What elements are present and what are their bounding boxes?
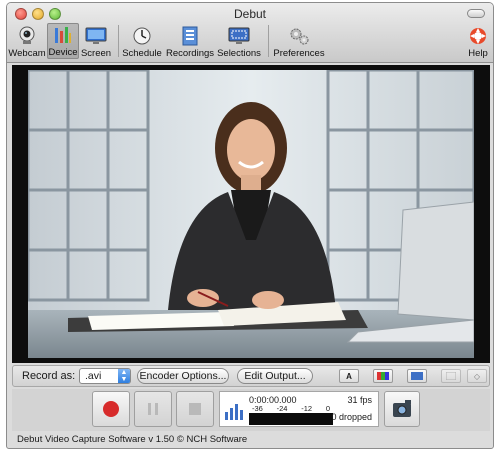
record-icon <box>103 401 119 417</box>
toolbar-separator <box>268 25 269 57</box>
scale-label: -12 <box>301 404 313 413</box>
schedule-button[interactable]: Schedule <box>120 23 164 59</box>
select-arrows-icon: ▲ ▼ <box>118 369 130 383</box>
text-caption-icon: A <box>346 371 352 381</box>
snapshot-icon <box>393 400 411 417</box>
output-format-select[interactable]: .avi ▲ ▼ <box>79 368 131 384</box>
help-label: Help <box>468 48 488 59</box>
color-adjust-button[interactable] <box>373 369 393 383</box>
scale-label: -24 <box>276 404 288 413</box>
record-button[interactable] <box>92 391 130 427</box>
dropped-frames-readout: 0 dropped <box>331 412 372 422</box>
toolbar-separator <box>118 25 119 57</box>
screen-button[interactable]: Screen <box>79 23 113 59</box>
selections-label: Selections <box>217 48 261 59</box>
fps-readout: 31 fps <box>347 395 372 405</box>
scale-label: 0 <box>325 404 330 413</box>
edit-output-button[interactable]: Edit Output... <box>237 368 313 384</box>
screen-label: Screen <box>80 48 112 59</box>
webcam-preview-image <box>28 70 474 358</box>
overlay-button[interactable]: ◇ <box>467 369 487 383</box>
level-meter-icon <box>225 404 243 420</box>
gear-icon <box>287 26 311 46</box>
toolbar: Debut Webcam Device Screen Schedule Reco… <box>7 3 493 63</box>
preferences-label: Preferences <box>273 48 325 59</box>
selections-button[interactable]: Selections <box>215 23 263 59</box>
pause-button[interactable] <box>134 391 172 427</box>
color-adjust-icon <box>377 372 389 380</box>
video-effects-button[interactable] <box>407 369 427 383</box>
device-button[interactable]: Device <box>47 23 79 59</box>
clock-icon <box>130 26 154 46</box>
pause-icon <box>148 403 158 415</box>
device-label: Device <box>48 47 78 58</box>
status-text: Debut Video Capture Software v 1.50 © NC… <box>17 434 248 445</box>
audio-scale: -36 -24 -12 0 <box>249 405 333 413</box>
toolbar-toggle-button[interactable] <box>467 9 485 18</box>
screen-icon <box>84 26 108 46</box>
video-preview <box>12 65 490 363</box>
video-effects-icon <box>411 372 423 380</box>
recordings-button[interactable]: Recordings <box>165 23 215 59</box>
audio-level-meter: -36 -24 -12 0 <box>249 405 333 425</box>
stop-icon <box>189 403 201 415</box>
window-title: Debut <box>233 7 267 21</box>
recordings-label: Recordings <box>165 48 215 59</box>
app-window: Debut Webcam Device Screen Schedule Reco… <box>6 2 494 449</box>
preferences-button[interactable]: Preferences <box>271 23 327 59</box>
record-as-label: Record as: <box>22 370 76 382</box>
watermark-button[interactable] <box>441 369 461 383</box>
webcam-button[interactable]: Webcam <box>8 23 46 59</box>
recordings-icon <box>178 26 202 46</box>
watermark-icon <box>446 372 456 380</box>
capture-controls: 0:00:00.000 -36 -24 -12 0 31 fps 0 dropp… <box>12 389 490 431</box>
snapshot-button[interactable] <box>384 391 420 427</box>
record-options-bar: Record as: .avi ▲ ▼ Encoder Options... Ed… <box>12 365 490 387</box>
help-button[interactable]: Help <box>465 23 491 59</box>
lifebuoy-icon <box>466 26 490 46</box>
recording-status-panel: 0:00:00.000 -36 -24 -12 0 31 fps 0 dropp… <box>219 391 379 427</box>
webcam-label: Webcam <box>8 48 46 59</box>
text-caption-button[interactable]: A <box>339 369 359 383</box>
selections-icon <box>227 26 251 46</box>
device-icon <box>51 25 75 45</box>
overlay-icon: ◇ <box>473 371 481 381</box>
stop-button[interactable] <box>176 391 214 427</box>
scale-label: -36 <box>252 404 263 413</box>
encoder-options-button[interactable]: Encoder Options... <box>137 368 229 384</box>
schedule-label: Schedule <box>122 48 162 59</box>
webcam-icon <box>15 26 39 46</box>
output-format-value: .avi <box>85 370 102 382</box>
